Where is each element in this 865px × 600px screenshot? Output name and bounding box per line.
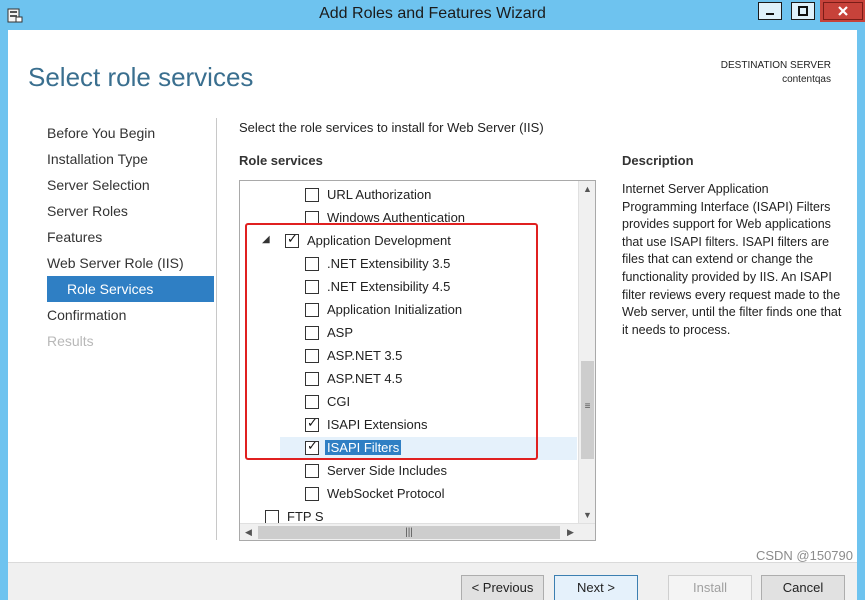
minimize-button[interactable] xyxy=(755,0,785,22)
tree-item-label: FTP S xyxy=(287,509,324,524)
minimize-icon xyxy=(766,13,774,15)
cancel-button[interactable]: Cancel xyxy=(761,575,845,600)
vertical-scroll-thumb[interactable]: ≡ xyxy=(581,361,594,459)
nav-divider xyxy=(216,118,217,540)
window-title: Add Roles and Features Wizard xyxy=(319,5,546,22)
nav-item-server-selection[interactable]: Server Selection xyxy=(8,172,214,198)
nav-item-before-you-begin[interactable]: Before You Begin xyxy=(8,120,214,146)
grip-icon: ||| xyxy=(405,527,413,538)
close-icon xyxy=(837,6,848,16)
maximize-icon xyxy=(798,6,808,16)
tree-item[interactable]: Server Side Includes xyxy=(240,460,577,483)
previous-button[interactable]: < Previous xyxy=(461,575,544,600)
scroll-up-icon[interactable]: ▲ xyxy=(579,181,595,198)
tree-item[interactable]: URL Authorization xyxy=(240,184,577,207)
nav-item-features[interactable]: Features xyxy=(8,224,214,250)
scroll-right-icon[interactable]: ▶ xyxy=(562,524,579,540)
horizontal-scroll-thumb[interactable]: ||| xyxy=(258,526,560,539)
title-bar[interactable]: Add Roles and Features Wizard xyxy=(0,0,865,30)
wizard-footer: < Previous Next > Install Cancel xyxy=(8,562,857,600)
page-title: Select role services xyxy=(28,62,254,92)
tree-item[interactable]: FTP S xyxy=(240,506,577,524)
checkbox[interactable] xyxy=(305,487,319,501)
grip-icon: ≡ xyxy=(584,401,591,412)
tree-item-label: URL Authorization xyxy=(327,187,432,202)
checkbox[interactable] xyxy=(265,510,279,524)
nav-item-confirmation[interactable]: Confirmation xyxy=(8,302,214,328)
scroll-left-icon[interactable]: ◀ xyxy=(240,524,257,540)
nav-item-results: Results xyxy=(47,333,94,349)
nav-item-server-roles[interactable]: Server Roles xyxy=(8,198,214,224)
description-text: Internet Server Application Programming … xyxy=(622,182,842,337)
tree-item-label: Server Side Includes xyxy=(327,463,447,478)
annotation-highlight-box xyxy=(245,223,538,460)
vertical-scrollbar[interactable]: ▲ ≡ ▼ xyxy=(578,181,595,524)
scroll-down-icon[interactable]: ▼ xyxy=(579,507,595,524)
role-services-heading: Role services xyxy=(239,153,323,168)
nav-item-web-server-role[interactable]: Web Server Role (IIS) xyxy=(8,250,214,276)
wizard-nav: Before You Begin Installation Type Serve… xyxy=(8,120,214,354)
checkbox[interactable] xyxy=(305,188,319,202)
description-heading: Description xyxy=(622,153,694,168)
nav-item-installation-type[interactable]: Installation Type xyxy=(8,146,214,172)
destination-server-value: contentqas xyxy=(782,74,831,85)
tree-item[interactable]: WebSocket Protocol xyxy=(240,483,577,506)
horizontal-scrollbar[interactable]: ◀ ||| ▶ xyxy=(240,523,595,540)
maximize-button[interactable] xyxy=(788,0,818,22)
destination-server-label: DESTINATION SERVER xyxy=(720,60,831,71)
wizard-body: Select role services DESTINATION SERVER … xyxy=(8,30,857,600)
instruction-text: Select the role services to install for … xyxy=(239,120,544,135)
nav-item-role-services[interactable]: Role Services xyxy=(47,276,214,302)
window-frame: Add Roles and Features Wizard Select rol… xyxy=(0,0,865,600)
close-button[interactable] xyxy=(820,0,865,22)
checkbox[interactable] xyxy=(305,464,319,478)
watermark: CSDN @150790 xyxy=(755,548,853,563)
tree-item-label: WebSocket Protocol xyxy=(327,486,445,501)
install-button: Install xyxy=(668,575,752,600)
next-button[interactable]: Next > xyxy=(554,575,638,600)
